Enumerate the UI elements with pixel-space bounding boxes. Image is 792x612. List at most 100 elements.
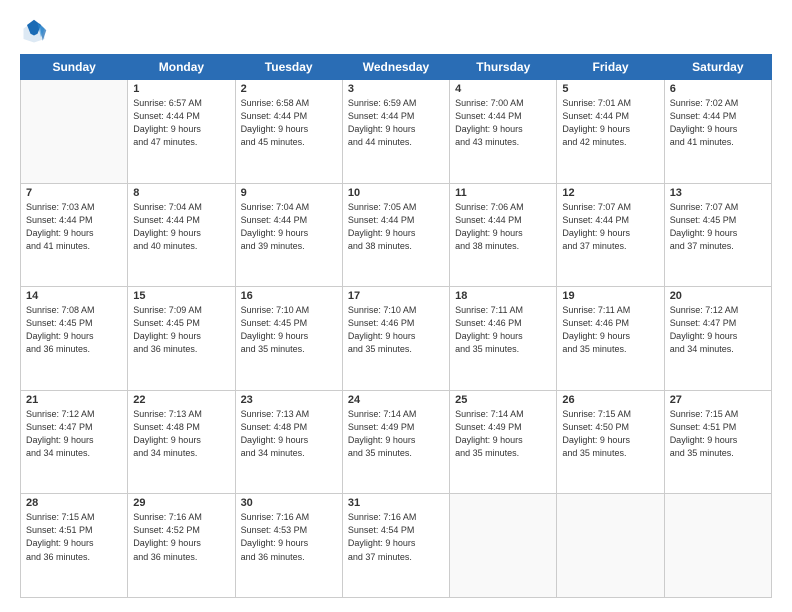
day-number: 26 (562, 394, 659, 406)
calendar-cell: 22 Sunrise: 7:13 AMSunset: 4:48 PMDayligh… (128, 390, 235, 494)
day-info: Sunrise: 7:12 AMSunset: 4:47 PMDaylight:… (670, 304, 767, 356)
day-info: Sunrise: 7:08 AMSunset: 4:45 PMDaylight:… (26, 304, 123, 356)
calendar-cell: 13Sunrise: 7:07 AMSunset: 4:45 PMDayligh… (664, 183, 771, 287)
col-header-friday: Friday (557, 55, 664, 80)
calendar-cell (557, 494, 664, 598)
day-info: Sunrise: 7:12 AMSunset: 4:47 PMDaylight:… (26, 408, 123, 460)
day-info: Sunrise: 7:01 AMSunset: 4:44 PMDaylight:… (562, 97, 659, 149)
day-info: Sunrise: 7:11 AMSunset: 4:46 PMDaylight:… (562, 304, 659, 356)
calendar-cell: 5 Sunrise: 7:01 AMSunset: 4:44 PMDaylight… (557, 80, 664, 184)
day-number: 22 (133, 394, 230, 406)
day-info: Sunrise: 7:16 AMSunset: 4:52 PMDaylight:… (133, 511, 230, 563)
day-number: 10 (348, 187, 445, 199)
day-number: 13 (670, 187, 767, 199)
calendar-cell: 21 Sunrise: 7:12 AMSunset: 4:47 PMDayligh… (21, 390, 128, 494)
calendar-cell: 29 Sunrise: 7:16 AMSunset: 4:52 PMDayligh… (128, 494, 235, 598)
calendar-cell: 23 Sunrise: 7:13 AMSunset: 4:48 PMDayligh… (235, 390, 342, 494)
calendar-cell: 28 Sunrise: 7:15 AMSunset: 4:51 PMDayligh… (21, 494, 128, 598)
calendar-cell: 12Sunrise: 7:07 AMSunset: 4:44 PMDayligh… (557, 183, 664, 287)
col-header-saturday: Saturday (664, 55, 771, 80)
day-number: 15 (133, 290, 230, 302)
day-info: Sunrise: 7:14 AMSunset: 4:49 PMDaylight:… (348, 408, 445, 460)
day-number: 30 (241, 497, 338, 509)
day-info: Sunrise: 7:02 AMSunset: 4:44 PMDaylight:… (670, 97, 767, 149)
day-info: Sunrise: 7:10 AMSunset: 4:46 PMDaylight:… (348, 304, 445, 356)
day-number: 6 (670, 83, 767, 95)
day-number: 21 (26, 394, 123, 406)
day-info: Sunrise: 7:14 AMSunset: 4:49 PMDaylight:… (455, 408, 552, 460)
day-info: Sunrise: 7:15 AMSunset: 4:51 PMDaylight:… (670, 408, 767, 460)
day-info: Sunrise: 7:05 AMSunset: 4:44 PMDaylight:… (348, 201, 445, 253)
calendar-cell: 2 Sunrise: 6:58 AMSunset: 4:44 PMDaylight… (235, 80, 342, 184)
day-number: 20 (670, 290, 767, 302)
logo (20, 18, 52, 46)
day-number: 5 (562, 83, 659, 95)
day-number: 2 (241, 83, 338, 95)
day-number: 24 (348, 394, 445, 406)
col-header-monday: Monday (128, 55, 235, 80)
calendar-cell: 4 Sunrise: 7:00 AMSunset: 4:44 PMDaylight… (450, 80, 557, 184)
col-header-sunday: Sunday (21, 55, 128, 80)
day-number: 25 (455, 394, 552, 406)
day-info: Sunrise: 7:15 AMSunset: 4:51 PMDaylight:… (26, 511, 123, 563)
day-info: Sunrise: 7:09 AMSunset: 4:45 PMDaylight:… (133, 304, 230, 356)
day-number: 18 (455, 290, 552, 302)
col-header-wednesday: Wednesday (342, 55, 449, 80)
day-number: 19 (562, 290, 659, 302)
calendar-cell: 8 Sunrise: 7:04 AMSunset: 4:44 PMDaylight… (128, 183, 235, 287)
day-info: Sunrise: 7:16 AMSunset: 4:54 PMDaylight:… (348, 511, 445, 563)
day-number: 11 (455, 187, 552, 199)
day-info: Sunrise: 7:04 AMSunset: 4:44 PMDaylight:… (133, 201, 230, 253)
calendar-cell (21, 80, 128, 184)
day-info: Sunrise: 7:03 AMSunset: 4:44 PMDaylight:… (26, 201, 123, 253)
col-header-thursday: Thursday (450, 55, 557, 80)
header (20, 18, 772, 46)
calendar-cell: 18 Sunrise: 7:11 AMSunset: 4:46 PMDayligh… (450, 287, 557, 391)
day-number: 16 (241, 290, 338, 302)
day-number: 27 (670, 394, 767, 406)
day-number: 7 (26, 187, 123, 199)
day-info: Sunrise: 6:57 AMSunset: 4:44 PMDaylight:… (133, 97, 230, 149)
day-info: Sunrise: 7:15 AMSunset: 4:50 PMDaylight:… (562, 408, 659, 460)
calendar-cell: 3 Sunrise: 6:59 AMSunset: 4:44 PMDaylight… (342, 80, 449, 184)
day-info: Sunrise: 7:13 AMSunset: 4:48 PMDaylight:… (133, 408, 230, 460)
day-info: Sunrise: 7:11 AMSunset: 4:46 PMDaylight:… (455, 304, 552, 356)
day-number: 3 (348, 83, 445, 95)
day-number: 4 (455, 83, 552, 95)
day-info: Sunrise: 6:58 AMSunset: 4:44 PMDaylight:… (241, 97, 338, 149)
col-header-tuesday: Tuesday (235, 55, 342, 80)
calendar-cell: 10 Sunrise: 7:05 AMSunset: 4:44 PMDayligh… (342, 183, 449, 287)
day-info: Sunrise: 7:16 AMSunset: 4:53 PMDaylight:… (241, 511, 338, 563)
day-number: 17 (348, 290, 445, 302)
day-info: Sunrise: 7:00 AMSunset: 4:44 PMDaylight:… (455, 97, 552, 149)
calendar-cell: 25 Sunrise: 7:14 AMSunset: 4:49 PMDayligh… (450, 390, 557, 494)
logo-icon (20, 18, 48, 46)
calendar-cell: 7 Sunrise: 7:03 AMSunset: 4:44 PMDaylight… (21, 183, 128, 287)
calendar-cell: 19 Sunrise: 7:11 AMSunset: 4:46 PMDayligh… (557, 287, 664, 391)
page: SundayMondayTuesdayWednesdayThursdayFrid… (0, 0, 792, 612)
calendar-cell: 14 Sunrise: 7:08 AMSunset: 4:45 PMDayligh… (21, 287, 128, 391)
calendar-cell: 30 Sunrise: 7:16 AMSunset: 4:53 PMDayligh… (235, 494, 342, 598)
calendar-cell (450, 494, 557, 598)
calendar-cell: 31Sunrise: 7:16 AMSunset: 4:54 PMDayligh… (342, 494, 449, 598)
calendar-cell: 26 Sunrise: 7:15 AMSunset: 4:50 PMDayligh… (557, 390, 664, 494)
calendar-cell: 16Sunrise: 7:10 AMSunset: 4:45 PMDayligh… (235, 287, 342, 391)
calendar-cell: 20 Sunrise: 7:12 AMSunset: 4:47 PMDayligh… (664, 287, 771, 391)
day-info: Sunrise: 7:04 AMSunset: 4:44 PMDaylight:… (241, 201, 338, 253)
calendar-cell: 17 Sunrise: 7:10 AMSunset: 4:46 PMDayligh… (342, 287, 449, 391)
day-number: 9 (241, 187, 338, 199)
day-number: 8 (133, 187, 230, 199)
calendar-table: SundayMondayTuesdayWednesdayThursdayFrid… (20, 54, 772, 598)
calendar-cell (664, 494, 771, 598)
calendar-cell: 27 Sunrise: 7:15 AMSunset: 4:51 PMDayligh… (664, 390, 771, 494)
calendar-cell: 6 Sunrise: 7:02 AMSunset: 4:44 PMDaylight… (664, 80, 771, 184)
calendar-cell: 1 Sunrise: 6:57 AMSunset: 4:44 PMDaylight… (128, 80, 235, 184)
day-number: 14 (26, 290, 123, 302)
day-number: 28 (26, 497, 123, 509)
calendar-cell: 9 Sunrise: 7:04 AMSunset: 4:44 PMDaylight… (235, 183, 342, 287)
day-number: 29 (133, 497, 230, 509)
day-info: Sunrise: 6:59 AMSunset: 4:44 PMDaylight:… (348, 97, 445, 149)
day-number: 23 (241, 394, 338, 406)
day-info: Sunrise: 7:13 AMSunset: 4:48 PMDaylight:… (241, 408, 338, 460)
day-number: 1 (133, 83, 230, 95)
